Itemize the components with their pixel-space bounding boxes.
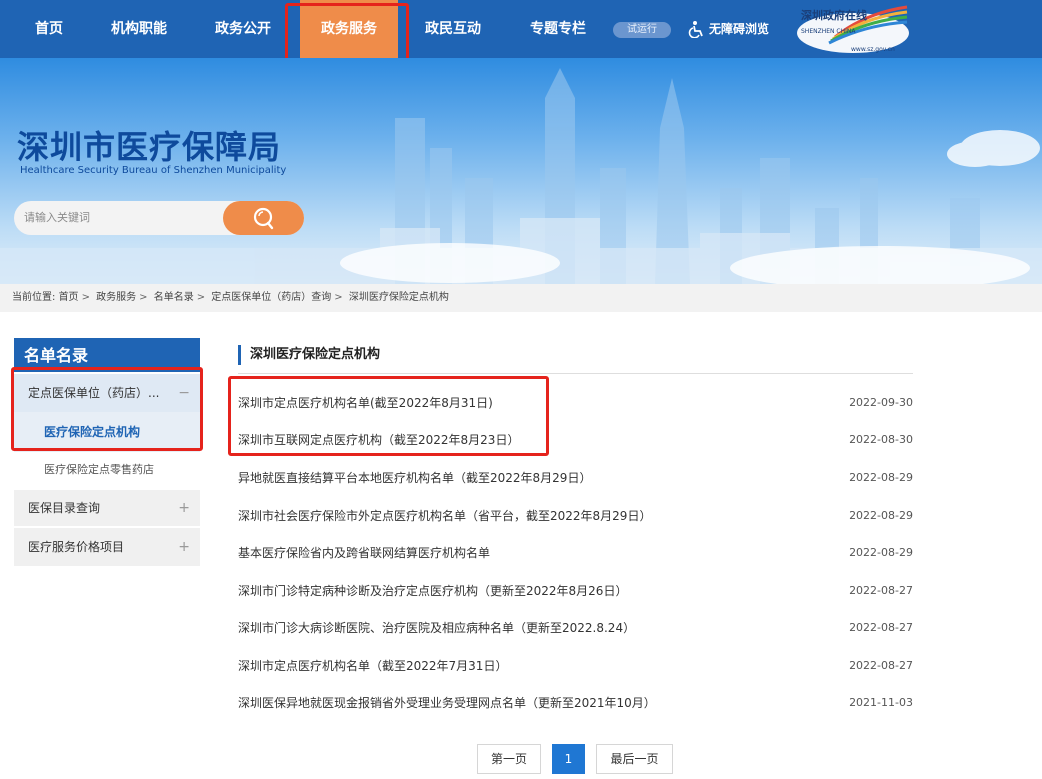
list-item-title[interactable]: 基本医疗保险省内及跨省联网结算医疗机构名单 <box>238 542 490 564</box>
list-item-title[interactable]: 深圳医保异地就医现金报销省外受理业务受理网点名单（更新至2021年10月） <box>238 692 656 714</box>
list-item: 异地就医直接结算平台本地医疗机构名单（截至2022年8月29日） 2022-08… <box>238 467 913 489</box>
breadcrumb: 当前位置: 首页 > 政务服务 > 名单名录 > 定点医保单位（药店）查询 > 深圳医疗… <box>0 284 1042 312</box>
nav-item-gov-services[interactable]: 政务服务 <box>300 0 398 58</box>
site-subtitle: Healthcare Security Bureau of Shenzhen M… <box>20 165 287 176</box>
list-item-title[interactable]: 深圳市互联网定点医疗机构（截至2022年8月23日） <box>238 429 519 451</box>
list-item-title[interactable]: 深圳市社会医疗保险市外定点医疗机构名单（省平台，截至2022年8月29日） <box>238 505 651 527</box>
list-item-date: 2022-08-27 <box>849 584 913 597</box>
section-title: 深圳医疗保险定点机构 <box>238 345 380 365</box>
collapse-icon: − <box>178 385 190 401</box>
breadcrumb-separator: > <box>334 292 343 303</box>
pager-current-page[interactable]: 1 <box>552 744 585 774</box>
breadcrumb-designated-units[interactable]: 定点医保单位（药店）查询 <box>211 292 331 303</box>
pager-first-button[interactable]: 第一页 <box>477 744 541 774</box>
section-divider <box>238 373 913 374</box>
sidebar-group-designated-units[interactable]: 定点医保单位（药店）... − <box>14 374 200 412</box>
search-icon <box>253 207 274 230</box>
sidebar-title: 名单名录 <box>14 338 200 372</box>
breadcrumb-separator: > <box>196 292 206 303</box>
sidebar-group-label: 医保目录查询 <box>28 501 101 515</box>
list-item-title[interactable]: 异地就医直接结算平台本地医疗机构名单（截至2022年8月29日） <box>238 467 591 489</box>
list-item: 深圳市定点医疗机构名单（截至2022年7月31日） 2022-08-27 <box>238 655 913 677</box>
top-nav: 首页 机构职能 政务公开 政务服务 政民互动 专题专栏 试运行 无障碍浏览 深圳… <box>0 0 1042 58</box>
search-input[interactable] <box>24 208 224 228</box>
sidebar-group-label: 定点医保单位（药店）... <box>28 386 160 400</box>
list-item-date: 2022-08-29 <box>849 471 913 484</box>
list-item-date: 2021-11-03 <box>849 696 913 709</box>
list-item-date: 2022-08-27 <box>849 621 913 634</box>
banner: 深圳市医疗保障局 Healthcare Security Bureau of S… <box>0 58 1042 284</box>
sz-gov-logo[interactable]: 深圳政府在线 SHENZHEN CHINA www.sz.gov.cn <box>795 3 910 55</box>
pager-last-button[interactable]: 最后一页 <box>596 744 673 774</box>
breadcrumb-home[interactable]: 首页 <box>59 292 79 303</box>
sidebar-item-medical-institutions[interactable]: 医疗保险定点机构 <box>14 412 200 452</box>
list-item: 深圳市定点医疗机构名单(截至2022年8月31日) 2022-09-30 <box>238 392 913 414</box>
breadcrumb-label: 当前位置: <box>12 292 56 303</box>
nav-item-public-info[interactable]: 政务公开 <box>200 0 286 58</box>
trial-badge: 试运行 <box>613 22 671 38</box>
list-item-title[interactable]: 深圳市门诊特定病种诊断及治疗定点医疗机构（更新至2022年8月26日） <box>238 580 627 602</box>
sidebar-group-price-items[interactable]: 医疗服务价格项目 + <box>14 528 200 566</box>
nav-item-institution[interactable]: 机构职能 <box>96 0 182 58</box>
accessibility-label: 无障碍浏览 <box>709 22 770 36</box>
list-item-title[interactable]: 深圳市定点医疗机构名单(截至2022年8月31日) <box>238 392 493 414</box>
list-item-date: 2022-08-29 <box>849 509 913 522</box>
sidebar-group-label: 医疗服务价格项目 <box>28 540 125 554</box>
logo-url: www.sz.gov.cn <box>851 46 895 53</box>
breadcrumb-lists[interactable]: 名单名录 <box>154 292 194 303</box>
list-item-date: 2022-08-27 <box>849 659 913 672</box>
nav-item-home[interactable]: 首页 <box>14 0 84 58</box>
list-item: 深圳医保异地就医现金报销省外受理业务受理网点名单（更新至2021年10月） 20… <box>238 692 913 714</box>
breadcrumb-separator: > <box>81 292 90 303</box>
logo-text-en: SHENZHEN CHINA <box>801 28 856 35</box>
logo-text-cn: 深圳政府在线 <box>801 8 867 22</box>
list-item-date: 2022-08-30 <box>849 433 913 446</box>
list-item: 深圳市门诊大病诊断医院、治疗医院及相应病种名单（更新至2022.8.24） 20… <box>238 617 913 639</box>
list-item-date: 2022-08-29 <box>849 546 913 559</box>
list-item-date: 2022-09-30 <box>849 396 913 409</box>
breadcrumb-gov-services[interactable]: 政务服务 <box>96 292 136 303</box>
nav-item-interaction[interactable]: 政民互动 <box>410 0 496 58</box>
list-item: 深圳市社会医疗保险市外定点医疗机构名单（省平台，截至2022年8月29日） 20… <box>238 505 913 527</box>
list-item-title[interactable]: 深圳市门诊大病诊断医院、治疗医院及相应病种名单（更新至2022.8.24） <box>238 617 635 639</box>
search-button[interactable] <box>223 201 304 235</box>
breadcrumb-current[interactable]: 深圳医疗保险定点机构 <box>349 292 449 303</box>
sidebar-item-retail-pharmacies[interactable]: 医疗保险定点零售药店 <box>14 452 200 488</box>
accessibility-link[interactable]: 无障碍浏览 <box>688 18 769 40</box>
expand-icon: + <box>178 539 190 555</box>
sidebar-group-catalog-query[interactable]: 医保目录查询 + <box>14 490 200 526</box>
list-item: 基本医疗保险省内及跨省联网结算医疗机构名单 2022-08-29 <box>238 542 913 564</box>
list-item: 深圳市互联网定点医疗机构（截至2022年8月23日） 2022-08-30 <box>238 429 913 451</box>
expand-icon: + <box>178 500 190 516</box>
wheelchair-icon <box>688 21 703 38</box>
list-item-title[interactable]: 深圳市定点医疗机构名单（截至2022年7月31日） <box>238 655 507 677</box>
breadcrumb-separator: > <box>139 292 148 303</box>
site-title: 深圳市医疗保障局 <box>17 128 282 166</box>
nav-item-special-topics[interactable]: 专题专栏 <box>515 0 601 58</box>
search-box <box>14 201 304 235</box>
list-item: 深圳市门诊特定病种诊断及治疗定点医疗机构（更新至2022年8月26日） 2022… <box>238 580 913 602</box>
